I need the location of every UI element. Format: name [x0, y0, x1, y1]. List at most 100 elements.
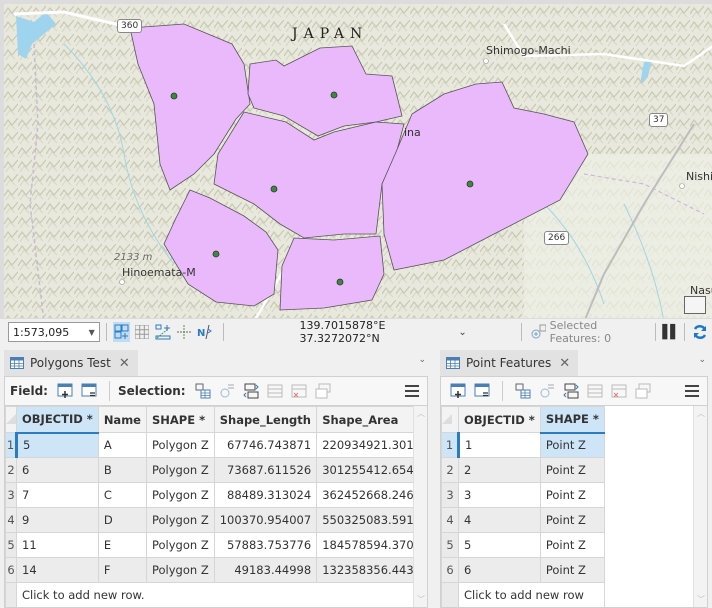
switch-selection-icon[interactable] [242, 382, 260, 400]
table-row[interactable]: 6 14 F Polygon Z 49183.44998 132358356.4… [5, 557, 427, 583]
cell-shape-area[interactable]: 184578594.370193 [316, 532, 427, 558]
cell-shape[interactable]: Point Z [539, 532, 605, 558]
menu-icon[interactable] [685, 385, 699, 397]
zoom-to-selection-icon[interactable] [218, 382, 236, 400]
select-by-attributes-icon[interactable] [514, 382, 532, 400]
cell-shape[interactable]: Polygon Z [145, 482, 215, 508]
table-row[interactable]: 2 6 B Polygon Z 73687.611526 301255412.6… [5, 457, 427, 483]
row-number[interactable]: 2 [5, 457, 17, 483]
cell-name[interactable]: D [97, 507, 147, 533]
table-row[interactable]: 5 5 Point Z [441, 532, 605, 558]
column-header[interactable]: OBJECTID * [16, 406, 99, 434]
vertical-scrollbar[interactable]: ︿ ﹀ [413, 406, 427, 607]
guides-icon[interactable] [175, 322, 193, 342]
column-header[interactable]: Name [97, 406, 147, 433]
menu-icon[interactable] [405, 385, 419, 397]
pause-drawing-button[interactable]: ▌▌ [662, 325, 680, 340]
cell-shape-area[interactable]: 550325083.591161 [316, 507, 427, 533]
table-row[interactable]: 2 2 Point Z [441, 457, 605, 483]
cell-shape[interactable]: Point Z [539, 457, 605, 483]
cell-shape-length[interactable]: 73687.611526 [213, 457, 318, 483]
clear-selection-icon[interactable] [586, 382, 604, 400]
cell-shape[interactable]: Point Z [539, 507, 605, 533]
cell-shape[interactable]: Polygon Z [145, 457, 215, 483]
clear-selection-icon[interactable] [266, 382, 284, 400]
table-row[interactable]: 5 11 E Polygon Z 57883.753776 184578594.… [5, 532, 427, 558]
column-header[interactable]: SHAPE * [145, 406, 215, 433]
row-number[interactable]: 2 [441, 457, 459, 483]
calculate-field-icon[interactable] [473, 382, 491, 400]
column-header[interactable]: Shape_Area [316, 406, 427, 433]
cell-shape[interactable]: Point Z [539, 557, 605, 583]
refresh-icon[interactable] [691, 322, 709, 342]
cell-shape-length[interactable]: 67746.743871 [213, 432, 318, 458]
row-number[interactable]: 4 [5, 507, 17, 533]
row-number[interactable]: 1 [441, 432, 460, 458]
row-number[interactable]: 6 [5, 557, 17, 583]
add-field-icon[interactable] [449, 382, 467, 400]
delete-selected-icon[interactable] [610, 382, 628, 400]
column-header[interactable]: Shape_Length [213, 406, 318, 433]
close-icon[interactable]: ✕ [559, 356, 570, 371]
table-row[interactable]: 1 1 Point Z [441, 432, 605, 458]
cell-shape[interactable]: Polygon Z [145, 557, 215, 583]
zoom-to-selection-icon[interactable] [538, 382, 556, 400]
column-header[interactable]: OBJECTID * [458, 406, 541, 433]
cell-objectid[interactable]: 6 [458, 557, 541, 583]
north-arrow-icon[interactable]: N [196, 322, 214, 342]
cell-shape-area[interactable]: 132358356.443101 [316, 557, 427, 583]
chevron-down-icon[interactable]: ⌄ [458, 327, 466, 338]
table-row[interactable]: 4 4 Point Z [441, 507, 605, 533]
cell-shape[interactable]: Polygon Z [145, 532, 215, 558]
cell-shape[interactable]: Point Z [539, 482, 605, 508]
select-by-attributes-icon[interactable] [194, 382, 212, 400]
cell-name[interactable]: B [97, 457, 147, 483]
table-row[interactable]: 3 7 C Polygon Z 88489.313024 362452668.2… [5, 482, 427, 508]
scale-dropdown[interactable]: 1:573,095 ▼ [8, 322, 100, 342]
cell-shape[interactable]: Polygon Z [145, 507, 215, 533]
select-all-corner[interactable] [441, 406, 459, 433]
cell-shape-length[interactable]: 57883.753776 [213, 532, 318, 558]
chevron-down-icon[interactable]: ⌄ [418, 355, 426, 365]
chevron-down-icon[interactable]: ⌄ [698, 355, 706, 365]
table-row[interactable]: 4 9 D Polygon Z 100370.954007 550325083.… [5, 507, 427, 533]
cell-shape-length[interactable]: 49183.44998 [213, 557, 318, 583]
tab-polygons-test[interactable]: Polygons Test ✕ [4, 350, 138, 376]
cell-objectid[interactable]: 4 [458, 507, 541, 533]
constraints-icon[interactable] [154, 322, 172, 342]
close-icon[interactable]: ✕ [119, 356, 130, 371]
add-row-prompt[interactable]: Click to add new row. [16, 582, 427, 607]
snapping-icon[interactable] [112, 322, 131, 342]
grid-icon[interactable] [133, 322, 151, 342]
row-number[interactable]: 4 [441, 507, 459, 533]
table-row[interactable]: 3 3 Point Z [441, 482, 605, 508]
cell-objectid[interactable]: 7 [16, 482, 99, 508]
table-row[interactable]: 6 6 Point Z [441, 557, 605, 583]
row-number[interactable]: 5 [441, 532, 459, 558]
add-row[interactable]: Click to add new row [441, 582, 605, 607]
delete-selected-icon[interactable] [290, 382, 308, 400]
row-number[interactable]: 1 [5, 432, 18, 458]
zoom-to-selection-icon[interactable] [530, 324, 546, 340]
copy-selected-icon[interactable] [314, 382, 332, 400]
cell-objectid[interactable]: 6 [16, 457, 99, 483]
copy-selected-icon[interactable] [634, 382, 652, 400]
cell-objectid[interactable]: 11 [16, 532, 99, 558]
cell-name[interactable]: E [97, 532, 147, 558]
cell-shape-area[interactable]: 301255412.654712 [316, 457, 427, 483]
row-number[interactable]: 6 [441, 557, 459, 583]
vertical-scrollbar[interactable]: ︿ ﹀ [693, 406, 707, 607]
cell-objectid[interactable]: 1 [458, 432, 541, 458]
cell-objectid[interactable]: 5 [16, 432, 99, 458]
cell-name[interactable]: A [97, 432, 147, 458]
cell-shape-length[interactable]: 88489.313024 [213, 482, 318, 508]
cell-objectid[interactable]: 14 [16, 557, 99, 583]
row-number[interactable]: 3 [5, 482, 17, 508]
cell-shape-area[interactable]: 220934921.301496 [316, 432, 427, 458]
cell-objectid[interactable]: 3 [458, 482, 541, 508]
cell-shape-length[interactable]: 100370.954007 [213, 507, 318, 533]
select-all-corner[interactable] [5, 406, 17, 433]
switch-selection-icon[interactable] [562, 382, 580, 400]
cell-objectid[interactable]: 9 [16, 507, 99, 533]
add-field-icon[interactable] [56, 382, 74, 400]
